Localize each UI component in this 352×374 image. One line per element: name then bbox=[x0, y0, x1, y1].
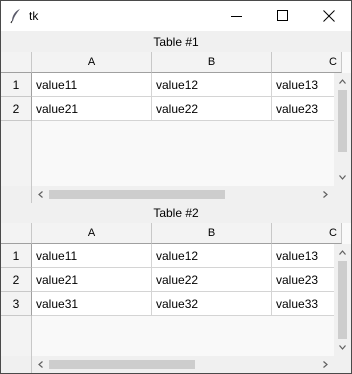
column-header-a[interactable]: A bbox=[32, 52, 152, 73]
column-header-b[interactable]: B bbox=[152, 52, 272, 73]
table-cell[interactable]: value13 bbox=[272, 73, 342, 97]
maximize-icon bbox=[277, 10, 288, 21]
scroll-left-button[interactable] bbox=[32, 356, 49, 373]
row-header-gutter bbox=[1, 121, 32, 186]
table-cell[interactable]: value22 bbox=[152, 97, 272, 121]
grid-corner[interactable] bbox=[1, 52, 32, 73]
table-1-section: Table #1 A B C 1 value11 value12 value13… bbox=[1, 32, 351, 203]
scroll-right-button[interactable] bbox=[317, 186, 334, 203]
minimize-button[interactable] bbox=[214, 1, 260, 31]
horizontal-scrollbar[interactable] bbox=[32, 186, 334, 203]
app-window: tk Table #1 A B C 1 value11 value12 valu… bbox=[0, 0, 352, 374]
vertical-scroll-thumb[interactable] bbox=[338, 261, 347, 339]
column-header-c[interactable]: C bbox=[272, 52, 342, 73]
grid-corner[interactable] bbox=[1, 223, 32, 244]
window-title: tk bbox=[29, 9, 39, 23]
row-header[interactable]: 1 bbox=[1, 244, 32, 268]
scroll-up-button[interactable] bbox=[334, 244, 351, 261]
table-title: Table #1 bbox=[1, 32, 351, 52]
minimize-icon bbox=[231, 16, 242, 17]
maximize-button[interactable] bbox=[260, 1, 306, 31]
row-header[interactable]: 3 bbox=[1, 292, 32, 316]
chevron-up-icon bbox=[339, 250, 346, 255]
feather-icon bbox=[10, 9, 20, 24]
table-cell[interactable]: value23 bbox=[272, 268, 342, 292]
scroll-corner bbox=[1, 186, 32, 203]
table-cell[interactable]: value21 bbox=[32, 97, 152, 121]
table-2-grid: A B C 1 value11 value12 value13 2 value2… bbox=[1, 223, 351, 373]
vertical-scrollbar[interactable] bbox=[334, 73, 351, 186]
horizontal-scroll-thumb[interactable] bbox=[49, 360, 195, 369]
table-cell[interactable]: value23 bbox=[272, 97, 342, 121]
table-2-section: Table #2 A B C 1 value11 value12 value13… bbox=[1, 203, 351, 373]
close-icon bbox=[323, 10, 335, 22]
table-cell[interactable]: value12 bbox=[152, 73, 272, 97]
table-cell[interactable]: value13 bbox=[272, 244, 342, 268]
table-title: Table #2 bbox=[1, 203, 351, 223]
table-cell[interactable]: value31 bbox=[32, 292, 152, 316]
scroll-down-button[interactable] bbox=[334, 169, 351, 186]
table-cell[interactable]: value11 bbox=[32, 73, 152, 97]
row-header-gutter bbox=[1, 316, 32, 356]
table-cell[interactable]: value12 bbox=[152, 244, 272, 268]
column-header-b[interactable]: B bbox=[152, 223, 272, 244]
scroll-left-button[interactable] bbox=[32, 186, 49, 203]
chevron-down-icon bbox=[339, 345, 346, 350]
horizontal-scroll-thumb[interactable] bbox=[49, 190, 225, 199]
scroll-right-button[interactable] bbox=[317, 356, 334, 373]
column-header-a[interactable]: A bbox=[32, 223, 152, 244]
table-cell[interactable]: value32 bbox=[152, 292, 272, 316]
row-header[interactable]: 2 bbox=[1, 97, 32, 121]
vertical-scroll-thumb[interactable] bbox=[338, 90, 347, 152]
chevron-left-icon bbox=[38, 191, 43, 198]
chevron-down-icon bbox=[339, 175, 346, 180]
table-cell[interactable]: value33 bbox=[272, 292, 342, 316]
table-cell[interactable]: value22 bbox=[152, 268, 272, 292]
scroll-down-button[interactable] bbox=[334, 339, 351, 356]
chevron-right-icon bbox=[323, 361, 328, 368]
close-button[interactable] bbox=[306, 1, 352, 31]
chevron-up-icon bbox=[339, 79, 346, 84]
horizontal-scrollbar[interactable] bbox=[32, 356, 334, 373]
row-header[interactable]: 2 bbox=[1, 268, 32, 292]
vertical-scrollbar[interactable] bbox=[334, 244, 351, 356]
row-header[interactable]: 1 bbox=[1, 73, 32, 97]
table-cell[interactable]: value21 bbox=[32, 268, 152, 292]
title-bar[interactable]: tk bbox=[1, 1, 351, 31]
column-header-c[interactable]: C bbox=[272, 223, 342, 244]
scroll-corner bbox=[334, 356, 351, 373]
table-1-grid: A B C 1 value11 value12 value13 2 value2… bbox=[1, 52, 351, 203]
chevron-right-icon bbox=[323, 191, 328, 198]
chevron-left-icon bbox=[38, 361, 43, 368]
scroll-up-button[interactable] bbox=[334, 73, 351, 90]
scroll-corner bbox=[1, 356, 32, 373]
scroll-corner bbox=[334, 186, 351, 203]
table-cell[interactable]: value11 bbox=[32, 244, 152, 268]
